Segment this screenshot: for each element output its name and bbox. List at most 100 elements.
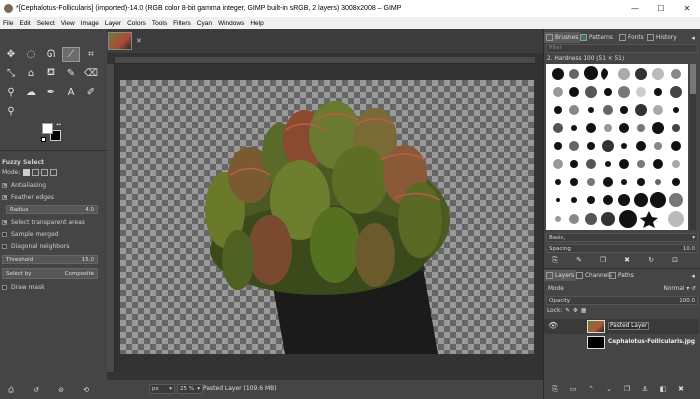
menu-select[interactable]: Select [34, 20, 58, 27]
crop-tool-icon[interactable]: ⌗ [82, 47, 100, 62]
select-by-dropdown[interactable]: Select by Composite [2, 268, 98, 279]
reset-options-icon[interactable]: ⟲ [81, 385, 91, 395]
menu-filters[interactable]: Filters [170, 20, 194, 27]
brush-grid[interactable] [546, 64, 688, 230]
layers-menu-icon[interactable]: ◂ [688, 271, 698, 281]
layer-name[interactable]: Pasted Layer [608, 322, 650, 330]
image-canvas[interactable] [120, 80, 534, 354]
zoom-dropdown[interactable]: 25 % ▾ [177, 384, 203, 394]
tab-history[interactable]: History [645, 32, 679, 43]
spacing-spinner[interactable]: Spacing 10.0 [546, 244, 698, 253]
fuzzy-select-icon[interactable]: ⟋ [62, 47, 80, 62]
smudge-tool-icon[interactable]: ☁ [22, 85, 40, 100]
layer-row[interactable]: Cephalotus-Follicularis.jpg [544, 335, 699, 350]
tab-brushes[interactable]: Brushes [544, 32, 581, 43]
transform-tool-icon[interactable]: ⤡ [2, 66, 20, 81]
maximize-button[interactable]: ☐ [648, 0, 674, 17]
close-button[interactable]: ✕ [674, 0, 700, 17]
refresh-brushes-icon[interactable]: ↻ [646, 255, 656, 265]
select-transparent-checkbox[interactable]: ✕ Select transparent areas [2, 219, 85, 226]
dock-menu-icon[interactable]: ◂ [688, 33, 698, 43]
open-brush-icon[interactable]: ⊡ [670, 255, 680, 265]
diagonal-neighbors-checkbox[interactable]: Diagonal neighbors [2, 243, 69, 250]
swap-colors-icon[interactable]: ↔ [56, 121, 61, 128]
antialiasing-checkbox[interactable]: ✕ Antialiasing [2, 182, 46, 189]
vertical-ruler [107, 64, 115, 372]
menu-help[interactable]: Help [247, 20, 266, 27]
unit-value: px [152, 386, 159, 392]
feather-edges-checkbox[interactable]: ✕ Feather edges [2, 194, 54, 201]
layer-name[interactable]: Cephalotus-Follicularis.jpg [608, 339, 695, 345]
menu-edit[interactable]: Edit [16, 20, 33, 27]
brush-preset-dropdown[interactable]: Basic, ▾ [546, 233, 698, 242]
visibility-eye-icon[interactable]: 👁 [548, 321, 558, 330]
anchor-layer-icon[interactable]: ⚓ [640, 384, 650, 394]
threshold-spinner[interactable]: Threshold 15.0 [2, 255, 98, 264]
reset-colors-icon[interactable] [41, 137, 46, 142]
zoom-tool-icon[interactable]: ⚲ [2, 104, 20, 119]
menu-colors[interactable]: Colors [124, 20, 149, 27]
new-brush-icon[interactable]: ⎘ [550, 255, 560, 265]
channels-icon [576, 272, 583, 279]
clone-tool-icon[interactable]: ⚲ [2, 85, 20, 100]
radius-spinner[interactable]: Radius 4.0 [6, 205, 98, 214]
mode-subtract-icon[interactable] [41, 169, 49, 176]
lock-pixels-icon[interactable]: ✎ [565, 308, 570, 314]
diagonal-neighbors-label: Diagonal neighbors [11, 243, 70, 250]
layer-mask-icon[interactable]: ◧ [658, 384, 668, 394]
brush-scrollbar[interactable] [690, 64, 696, 230]
bucket-fill-icon[interactable]: ⛾ [42, 66, 60, 81]
layer-row[interactable]: 👁 Pasted Layer [544, 319, 699, 334]
foreground-color-swatch[interactable] [42, 123, 53, 134]
close-tab-icon[interactable]: ✕ [136, 37, 142, 45]
brush-filter-input[interactable]: filter [546, 44, 698, 53]
edit-brush-icon[interactable]: ✎ [574, 255, 584, 265]
duplicate-layer-icon[interactable]: ❐ [622, 384, 632, 394]
tab-fonts[interactable]: Fonts [617, 32, 646, 43]
delete-brush-icon[interactable]: ✖ [622, 255, 632, 265]
menu-tools[interactable]: Tools [149, 20, 170, 27]
lock-alpha-icon[interactable]: ▦ [581, 308, 586, 314]
duplicate-brush-icon[interactable]: ❐ [598, 255, 608, 265]
ellipse-select-icon[interactable]: ◌ [22, 47, 40, 62]
delete-layer-icon[interactable]: ✖ [676, 384, 686, 394]
plant-image [205, 101, 450, 354]
warp-tool-icon[interactable]: ⌂ [22, 66, 40, 81]
text-tool-icon[interactable]: A [62, 85, 80, 100]
restore-options-icon[interactable]: ↺ [31, 385, 41, 395]
menu-windows[interactable]: Windows [215, 20, 247, 27]
menu-file[interactable]: File [0, 20, 16, 27]
mode-replace-icon[interactable] [23, 169, 31, 176]
paths-tool-icon[interactable]: ✒ [42, 85, 60, 100]
menu-layer[interactable]: Layer [102, 20, 124, 27]
scrollbar-thumb[interactable] [690, 64, 696, 94]
opacity-spinner[interactable]: Opacity 100.0 [546, 296, 698, 305]
draw-mask-checkbox[interactable]: Draw mask [2, 284, 45, 291]
mode-add-icon[interactable] [32, 169, 40, 176]
delete-options-icon[interactable]: ⊘ [56, 385, 66, 395]
tab-layers[interactable]: Layers [544, 270, 577, 281]
menu-view[interactable]: View [58, 20, 78, 27]
minimize-button[interactable]: — [622, 0, 648, 17]
layer-mode-dropdown[interactable]: Mode Normal ▾ ↺ [546, 284, 698, 294]
new-layer-icon[interactable]: ⎘ [550, 384, 560, 394]
mode-reset-icon[interactable]: ↺ [691, 286, 696, 292]
menu-cyan[interactable]: Cyan [194, 20, 215, 27]
new-layer-group-icon[interactable]: ▭ [568, 384, 578, 394]
move-tool-icon[interactable]: ✥ [2, 47, 20, 62]
free-select-icon[interactable]: ᘏ [42, 47, 60, 62]
image-thumbnail-tab[interactable] [108, 32, 132, 50]
paintbrush-icon[interactable]: ✎ [62, 66, 80, 81]
color-picker-icon[interactable]: ✐ [82, 85, 100, 100]
mode-intersect-icon[interactable] [50, 169, 58, 176]
tab-patterns[interactable]: Patterns [578, 32, 615, 43]
eraser-icon[interactable]: ⌫ [82, 66, 100, 81]
tab-paths[interactable]: Paths [607, 270, 636, 281]
raise-layer-icon[interactable]: ⌃ [586, 384, 596, 394]
sample-merged-checkbox[interactable]: Sample merged [2, 231, 59, 238]
lock-position-icon[interactable]: ✥ [573, 308, 578, 314]
save-options-icon[interactable]: ⎙ [6, 385, 16, 395]
lower-layer-icon[interactable]: ⌄ [604, 384, 614, 394]
menu-image[interactable]: Image [78, 20, 102, 27]
unit-dropdown[interactable]: px ▾ [149, 384, 175, 394]
